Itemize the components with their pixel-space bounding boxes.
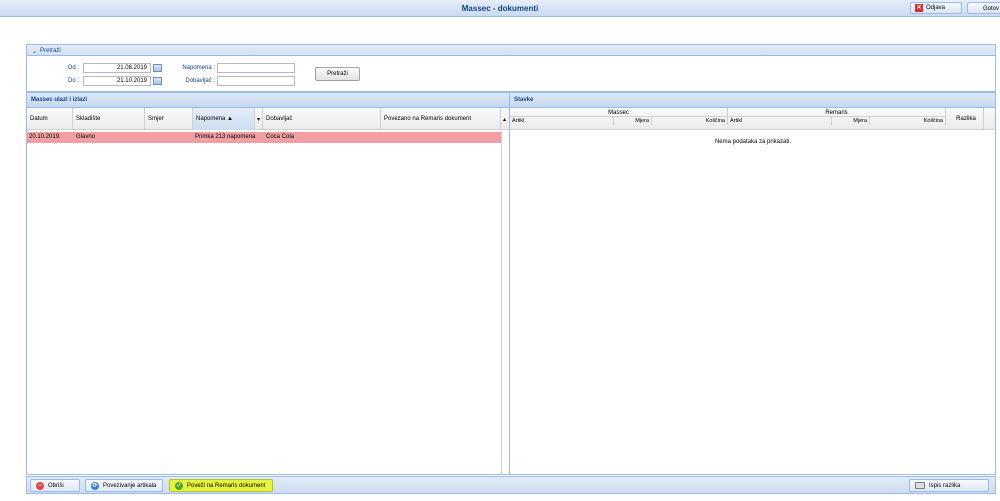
search-panel-label: Pretraži xyxy=(40,48,61,54)
calendar-icon[interactable] xyxy=(153,64,162,72)
stavke-grid-title: Stavke xyxy=(510,93,995,108)
link-remaris-label: Poveži na Remaris dokument xyxy=(187,482,266,489)
group-massec: Massec xyxy=(510,108,728,117)
napomena-label: Napomena : xyxy=(182,65,215,71)
window-title: Massec - dokumenti xyxy=(461,4,539,13)
napomena-input[interactable] xyxy=(217,63,295,73)
title-bar: Massec - dokumenti ✕ Odjava Gotov xyxy=(0,0,1000,17)
massec-grid-title: Massec ulazi i izlazi xyxy=(27,93,509,108)
col-razlika[interactable]: Razlika xyxy=(946,108,984,130)
minus-circle-icon: − xyxy=(36,481,44,490)
col-povezano[interactable]: Povezano na Remaris dokument xyxy=(381,108,501,130)
link-remaris-button[interactable]: ✓ Poveži na Remaris dokument xyxy=(169,479,273,492)
check-circle-icon: ✓ xyxy=(175,481,183,490)
group-remaris: Remaris xyxy=(728,108,946,117)
logout-button[interactable]: ✕ Odjava xyxy=(910,2,962,14)
table-row[interactable]: 20.10.2019. Glavno Primka 213 napomena C… xyxy=(27,132,501,143)
bottom-toolbar: − Obriši ⟳ Povezivanje artikala ✓ Poveži… xyxy=(26,476,996,494)
do-label: Do : xyxy=(67,78,79,84)
delete-button-label: Obriši xyxy=(48,482,64,489)
col-remaris-kolicina[interactable]: Količina xyxy=(870,117,946,125)
grid-scrollbar[interactable] xyxy=(501,131,509,474)
logout-label: Odjava xyxy=(926,5,946,11)
delete-button[interactable]: − Obriši xyxy=(30,479,80,492)
dobavljac-label: Dobavljač : xyxy=(185,78,215,84)
col-napomena[interactable]: Napomena ▲ xyxy=(193,108,255,130)
col-massec-kolicina[interactable]: Količina xyxy=(652,117,728,125)
col-skladiste[interactable]: Skladište xyxy=(73,108,145,130)
link-articles-button[interactable]: ⟳ Povezivanje artikala xyxy=(85,479,163,492)
stavke-grid-header: Massec Remaris Razlika Artikl Mjera Koli… xyxy=(510,108,995,130)
od-date-input[interactable]: 21.08.2019 xyxy=(83,63,151,73)
col-datum[interactable]: Datum xyxy=(27,108,73,130)
empty-message: Nema podataka za prikazati. xyxy=(714,139,792,145)
print-diff-label: Ispis razlika xyxy=(929,482,961,489)
close-icon: ✕ xyxy=(915,4,923,12)
done-button[interactable]: Gotov xyxy=(967,2,1000,14)
stavke-grid-panel: Stavke Massec Remaris Razlika Artikl Mje… xyxy=(510,92,996,475)
scroll-up-icon[interactable]: ▴ xyxy=(501,108,509,130)
print-diff-button[interactable]: Ispis razlika xyxy=(909,479,989,492)
col-smjer[interactable]: Smjer xyxy=(145,108,193,130)
cell-datum: 20.10.2019. xyxy=(29,134,61,140)
cell-napomena: Primka 213 napomena xyxy=(195,134,256,140)
col-remaris-artikl[interactable]: Artikl xyxy=(728,117,832,125)
search-panel-header[interactable]: ⌄ Pretraži xyxy=(27,45,995,56)
search-panel: ⌄ Pretraži Od : 21.08.2019 Do : 21.10.20… xyxy=(26,44,996,92)
calendar-icon[interactable] xyxy=(153,77,162,85)
refresh-icon: ⟳ xyxy=(91,481,99,490)
od-label: Od : xyxy=(67,65,79,71)
dobavljac-input[interactable] xyxy=(217,76,295,86)
col-remaris-mjera[interactable]: Mjera xyxy=(832,117,870,125)
printer-icon xyxy=(915,482,925,489)
col-dobavljac[interactable]: Dobavljač xyxy=(263,108,381,130)
col-massec-artikl[interactable]: Artikl xyxy=(510,117,614,125)
column-menu-icon[interactable]: ▾ xyxy=(255,108,263,130)
massec-grid-header: Datum Skladište Smjer Napomena ▲ ▾ Dobav… xyxy=(27,108,509,130)
cell-dobavljac: Coca Cola xyxy=(266,134,295,140)
do-date-input[interactable]: 21.10.2019 xyxy=(83,76,151,86)
link-articles-label: Povezivanje artikala xyxy=(103,482,157,489)
search-button[interactable]: Pretraži xyxy=(315,67,360,81)
chevron-down-icon[interactable]: ⌄ xyxy=(32,48,37,55)
massec-grid-panel: Massec ulazi i izlazi Datum Skladište Sm… xyxy=(26,92,510,475)
cell-skladiste: Glavno xyxy=(76,134,96,140)
col-massec-mjera[interactable]: Mjera xyxy=(614,117,652,125)
